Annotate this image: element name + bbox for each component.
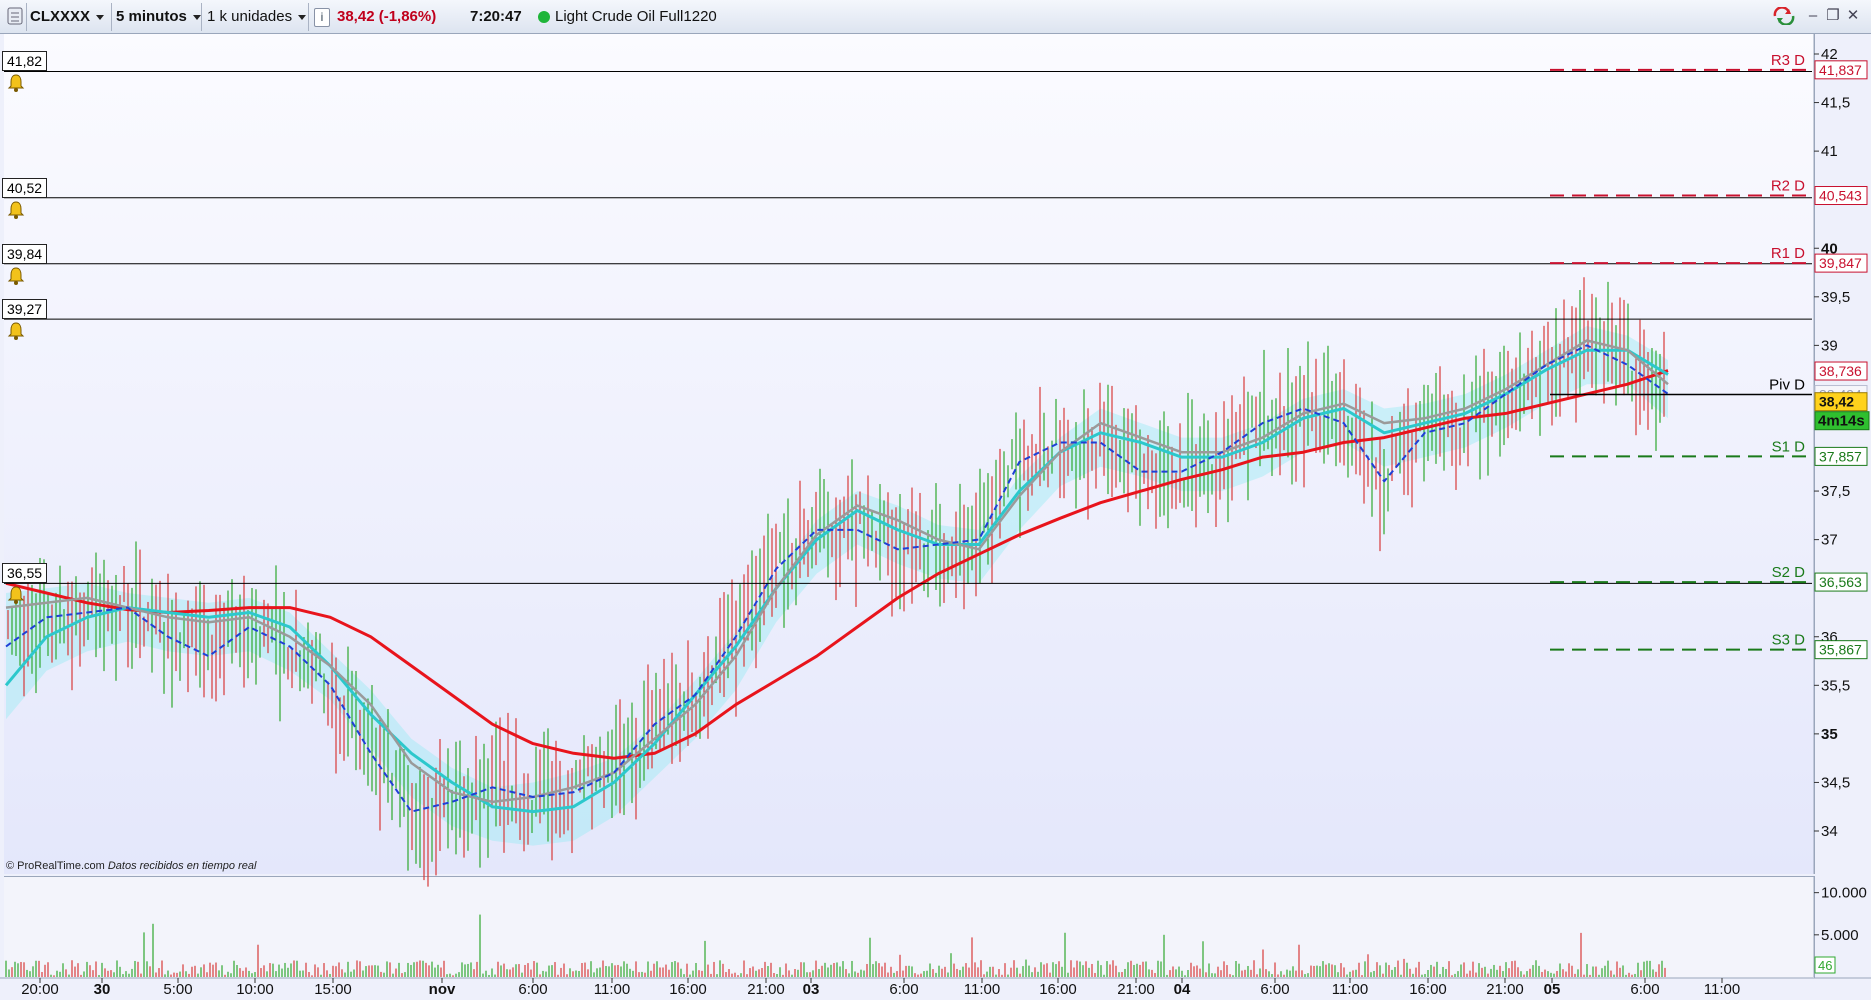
price-tick-label: 39 <box>1821 337 1838 354</box>
price-tick-label: 35,5 <box>1821 677 1850 694</box>
pivot-label: Piv D <box>1769 377 1805 394</box>
time-tick-label: 03 <box>803 981 820 998</box>
volume-tick-label: 10.000 <box>1821 885 1867 902</box>
time-tick-label: 21:00 <box>1117 981 1155 998</box>
alert-level-label[interactable]: 36,55 <box>2 563 48 584</box>
time-tick-label: 21:00 <box>747 981 785 998</box>
price-tick-label: 41 <box>1821 143 1838 160</box>
credit-note: Datos recibidos en tiempo real <box>107 860 257 872</box>
time-tick-label: nov <box>429 981 456 998</box>
time-tick-label: 11:00 <box>594 981 630 998</box>
time-tick-label: 15:00 <box>314 981 352 998</box>
time-tick-label: 11:00 <box>1332 981 1368 998</box>
time-tick-label: 6:00 <box>518 981 547 998</box>
time-tick-label: 16:00 <box>1039 981 1077 998</box>
price-tick-label: 35 <box>1821 726 1838 743</box>
price-tag-label: 35,867 <box>1819 642 1862 658</box>
price-tick-label: 34,5 <box>1821 774 1850 791</box>
time-tick-label: 6:00 <box>889 981 918 998</box>
time-tick-label: 04 <box>1174 981 1191 998</box>
time-tick-label: 20:00 <box>21 981 59 998</box>
alert-bell-icon[interactable] <box>6 585 26 605</box>
data-credit: © ProRealTime.com Datos recibidos en tie… <box>6 860 256 872</box>
time-tick-label: 10:00 <box>236 981 274 998</box>
price-tick-label: 41,5 <box>1821 95 1850 112</box>
price-tag-label: 36,563 <box>1819 574 1862 590</box>
price-tag-label: 41,837 <box>1819 62 1862 78</box>
time-tick-label: 5:00 <box>163 981 192 998</box>
alert-bell-icon[interactable] <box>6 200 26 220</box>
time-tick-label: 30 <box>94 981 111 998</box>
chart-canvas: R3 DR2 DR1 DPiv DS1 DS2 DS3 D4241,541403… <box>0 34 1871 998</box>
volume-tick-label: 5.000 <box>1821 927 1859 944</box>
ichimoku-cloud <box>6 325 1668 846</box>
alert-level-label[interactable]: 39,27 <box>2 299 48 320</box>
time-tick-label: 6:00 <box>1260 981 1289 998</box>
alert-level-label[interactable]: 39,84 <box>2 243 48 264</box>
alert-bell-icon[interactable] <box>6 73 26 93</box>
pivot-label: S1 D <box>1772 438 1806 455</box>
countdown-label: 4m14s <box>1818 413 1865 430</box>
pivot-label: S3 D <box>1772 632 1806 649</box>
time-tick-label: 05 <box>1544 981 1561 998</box>
alert-bell-icon[interactable] <box>6 321 26 341</box>
time-tick-label: 16:00 <box>669 981 707 998</box>
price-tag-label: 38,42 <box>1819 394 1854 410</box>
price-tick-label: 34 <box>1821 823 1838 840</box>
pivot-label: R3 D <box>1771 52 1805 69</box>
alert-bell-icon[interactable] <box>6 266 26 286</box>
credit-source: © ProRealTime.com <box>6 860 105 872</box>
price-tag-label: 37,857 <box>1819 448 1862 464</box>
time-tick-label: 11:00 <box>1704 981 1740 998</box>
price-tag-label: 39,847 <box>1819 255 1862 271</box>
price-tick-label: 37,5 <box>1821 483 1850 500</box>
pivot-label: R1 D <box>1771 245 1805 262</box>
price-tag-label: 40,543 <box>1819 188 1862 204</box>
pivot-label: S2 D <box>1772 564 1806 581</box>
price-tick-label: 39,5 <box>1821 289 1850 306</box>
time-tick-label: 11:00 <box>964 981 1000 998</box>
price-tag-label: 38,736 <box>1819 363 1862 379</box>
price-tick-label: 37 <box>1821 532 1838 549</box>
series-line-0 <box>5 369 1669 760</box>
time-tick-label: 16:00 <box>1409 981 1447 998</box>
alert-level-label[interactable]: 40,52 <box>2 177 48 198</box>
alert-level-label[interactable]: 41,82 <box>2 51 48 72</box>
time-tick-label: 6:00 <box>1630 981 1659 998</box>
time-tick-label: 21:00 <box>1486 981 1524 998</box>
pivot-label: R2 D <box>1771 178 1805 195</box>
volume-last-label: 46 <box>1818 958 1832 973</box>
